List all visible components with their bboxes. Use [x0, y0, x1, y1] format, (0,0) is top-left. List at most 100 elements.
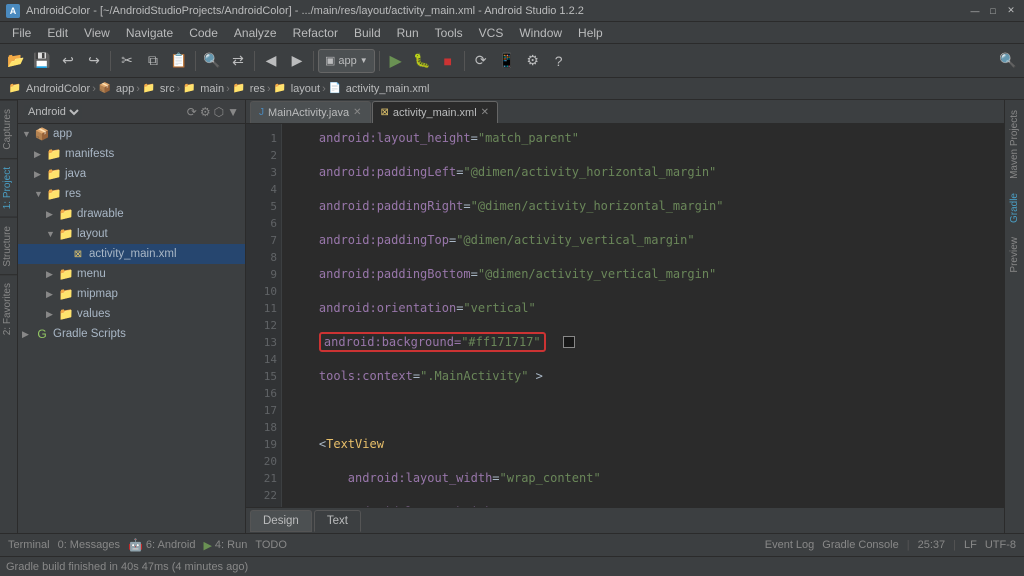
menu-build[interactable]: Build: [346, 24, 389, 42]
breadcrumb-sep-2: ›: [136, 83, 140, 95]
terminal-status[interactable]: Terminal: [8, 539, 50, 551]
tree-item-java[interactable]: ▶ 📁 java: [18, 164, 245, 184]
breadcrumb-res[interactable]: res: [250, 83, 265, 95]
toolbar-search-button[interactable]: 🔍: [996, 49, 1020, 73]
toolbar-sep-5: [379, 51, 380, 71]
run-button[interactable]: ▶: [384, 49, 408, 73]
tab-main-activity[interactable]: J MainActivity.java ✕: [250, 101, 371, 123]
encoding[interactable]: UTF-8: [985, 539, 1016, 551]
menu-file[interactable]: File: [4, 24, 39, 42]
code-line-4: android:paddingTop="@dimen/activity_vert…: [290, 232, 996, 249]
gradle-console-status[interactable]: Gradle Console: [822, 539, 898, 551]
sync-button[interactable]: ⟳: [469, 49, 493, 73]
captures-tab[interactable]: Captures: [0, 100, 17, 158]
menu-help[interactable]: Help: [570, 24, 611, 42]
tree-item-gradle-scripts[interactable]: ▶ G Gradle Scripts: [18, 324, 245, 344]
toolbar-replace-button[interactable]: ⇄: [226, 49, 250, 73]
stop-button[interactable]: ■: [436, 49, 460, 73]
menu-window[interactable]: Window: [511, 24, 570, 42]
maven-projects-tab[interactable]: Maven Projects: [1007, 104, 1022, 185]
minimize-button[interactable]: —: [968, 4, 982, 18]
code-editor[interactable]: android:layout_height="match_parent" and…: [282, 124, 1004, 507]
right-side-tabs: Maven Projects Gradle Preview: [1004, 100, 1024, 533]
todo-status[interactable]: TODO: [255, 539, 287, 551]
tree-item-values[interactable]: ▶ 📁 values: [18, 304, 245, 324]
tab-main-activity-close[interactable]: ✕: [353, 107, 361, 118]
app-selector[interactable]: ▣ app ▼: [318, 49, 375, 73]
maximize-button[interactable]: □: [986, 4, 1000, 18]
run-label: 4: Run: [215, 539, 247, 551]
tree-sync-icon[interactable]: ⟳: [187, 105, 197, 119]
menu-edit[interactable]: Edit: [39, 24, 76, 42]
body-area: Captures 1: Project Structure 2: Favorit…: [0, 100, 1024, 533]
android-status[interactable]: 🤖 6: Android: [128, 538, 196, 552]
tab-activity-main-xml[interactable]: ⊠ activity_main.xml ✕: [372, 101, 499, 123]
menu-vcs[interactable]: VCS: [471, 24, 512, 42]
toolbar-copy-button[interactable]: ⧉: [141, 49, 165, 73]
breadcrumb-app-icon: 📦: [98, 82, 112, 96]
tree-item-drawable[interactable]: ▶ 📁 drawable: [18, 204, 245, 224]
tree-item-activity-main[interactable]: ⊠ activity_main.xml: [18, 244, 245, 264]
gradle-tab[interactable]: Gradle: [1007, 187, 1022, 229]
structure-tab[interactable]: Structure: [0, 217, 17, 275]
avd-button[interactable]: 📱: [495, 49, 519, 73]
run-status[interactable]: ▶ 4: Run: [203, 539, 247, 552]
toolbar-undo-button[interactable]: ↩: [56, 49, 80, 73]
toolbar-forward-button[interactable]: ▶: [285, 49, 309, 73]
breadcrumb-layout[interactable]: layout: [291, 83, 320, 95]
menu-refactor[interactable]: Refactor: [285, 24, 346, 42]
messages-status[interactable]: 0: Messages: [58, 539, 120, 551]
toolbar-back-button[interactable]: ◀: [259, 49, 283, 73]
toolbar-cut-button[interactable]: ✂: [115, 49, 139, 73]
tree-item-app[interactable]: ▼ 📦 app: [18, 124, 245, 144]
toolbar-save-button[interactable]: 💾: [30, 49, 54, 73]
toolbar-sep-2: [195, 51, 196, 71]
editor-content[interactable]: 1234 5678 9101112 13141516 17181920 2122…: [246, 124, 1004, 507]
design-tab-text[interactable]: Text: [314, 510, 361, 532]
breadcrumb-main[interactable]: main: [200, 83, 224, 95]
toolbar-find-button[interactable]: 🔍: [200, 49, 224, 73]
breadcrumb-file[interactable]: activity_main.xml: [346, 83, 430, 95]
android-status-icon: 🤖: [128, 538, 143, 552]
tree-item-mipmap[interactable]: ▶ 📁 mipmap: [18, 284, 245, 304]
toolbar-paste-button[interactable]: 📋: [167, 49, 191, 73]
menu-navigate[interactable]: Navigate: [118, 24, 181, 42]
favorites-tab[interactable]: 2: Favorites: [0, 274, 17, 343]
tree-view-selector[interactable]: Android Project: [24, 105, 82, 119]
tab-main-activity-label: MainActivity.java: [268, 107, 349, 119]
code-line-1: android:layout_height="match_parent": [290, 130, 996, 147]
sdk-button[interactable]: ⚙: [521, 49, 545, 73]
help-toolbar-button[interactable]: ?: [547, 49, 571, 73]
toolbar-redo-button[interactable]: ↪: [82, 49, 106, 73]
breadcrumb-project[interactable]: AndroidColor: [26, 83, 90, 95]
menu-tools[interactable]: Tools: [427, 24, 471, 42]
tree-collapse-icon[interactable]: ⬡: [214, 105, 224, 119]
tree-more-icon[interactable]: ▼: [227, 105, 239, 119]
toolbar-search-area: 🔍: [996, 49, 1020, 73]
menu-run[interactable]: Run: [389, 24, 427, 42]
terminal-label: Terminal: [8, 539, 50, 551]
tree-item-menu[interactable]: ▶ 📁 menu: [18, 264, 245, 284]
preview-tab[interactable]: Preview: [1007, 231, 1022, 279]
breadcrumb-sep-4: ›: [226, 83, 230, 95]
event-log-status[interactable]: Event Log: [765, 539, 815, 551]
breadcrumb-app[interactable]: app: [116, 83, 134, 95]
debug-button[interactable]: 🐛: [410, 49, 434, 73]
menu-analyze[interactable]: Analyze: [226, 24, 285, 42]
menu-view[interactable]: View: [76, 24, 118, 42]
menu-code[interactable]: Code: [181, 24, 226, 42]
tree-settings-icon[interactable]: ⚙: [200, 105, 211, 119]
toolbar-sep-4: [313, 51, 314, 71]
design-tab-design[interactable]: Design: [250, 510, 312, 532]
tab-activity-xml-close[interactable]: ✕: [481, 107, 489, 118]
toolbar-open-button[interactable]: 📂: [4, 49, 28, 73]
close-button[interactable]: ✕: [1004, 4, 1018, 18]
tree-label-values: values: [77, 308, 110, 320]
tree-item-layout[interactable]: ▼ 📁 layout: [18, 224, 245, 244]
tree-label-mipmap: mipmap: [77, 288, 118, 300]
tree-item-manifests[interactable]: ▶ 📁 manifests: [18, 144, 245, 164]
breadcrumb-src[interactable]: src: [160, 83, 175, 95]
project-tab[interactable]: 1: Project: [0, 158, 17, 217]
tree-item-res[interactable]: ▼ 📁 res: [18, 184, 245, 204]
line-ending[interactable]: LF: [964, 539, 977, 551]
